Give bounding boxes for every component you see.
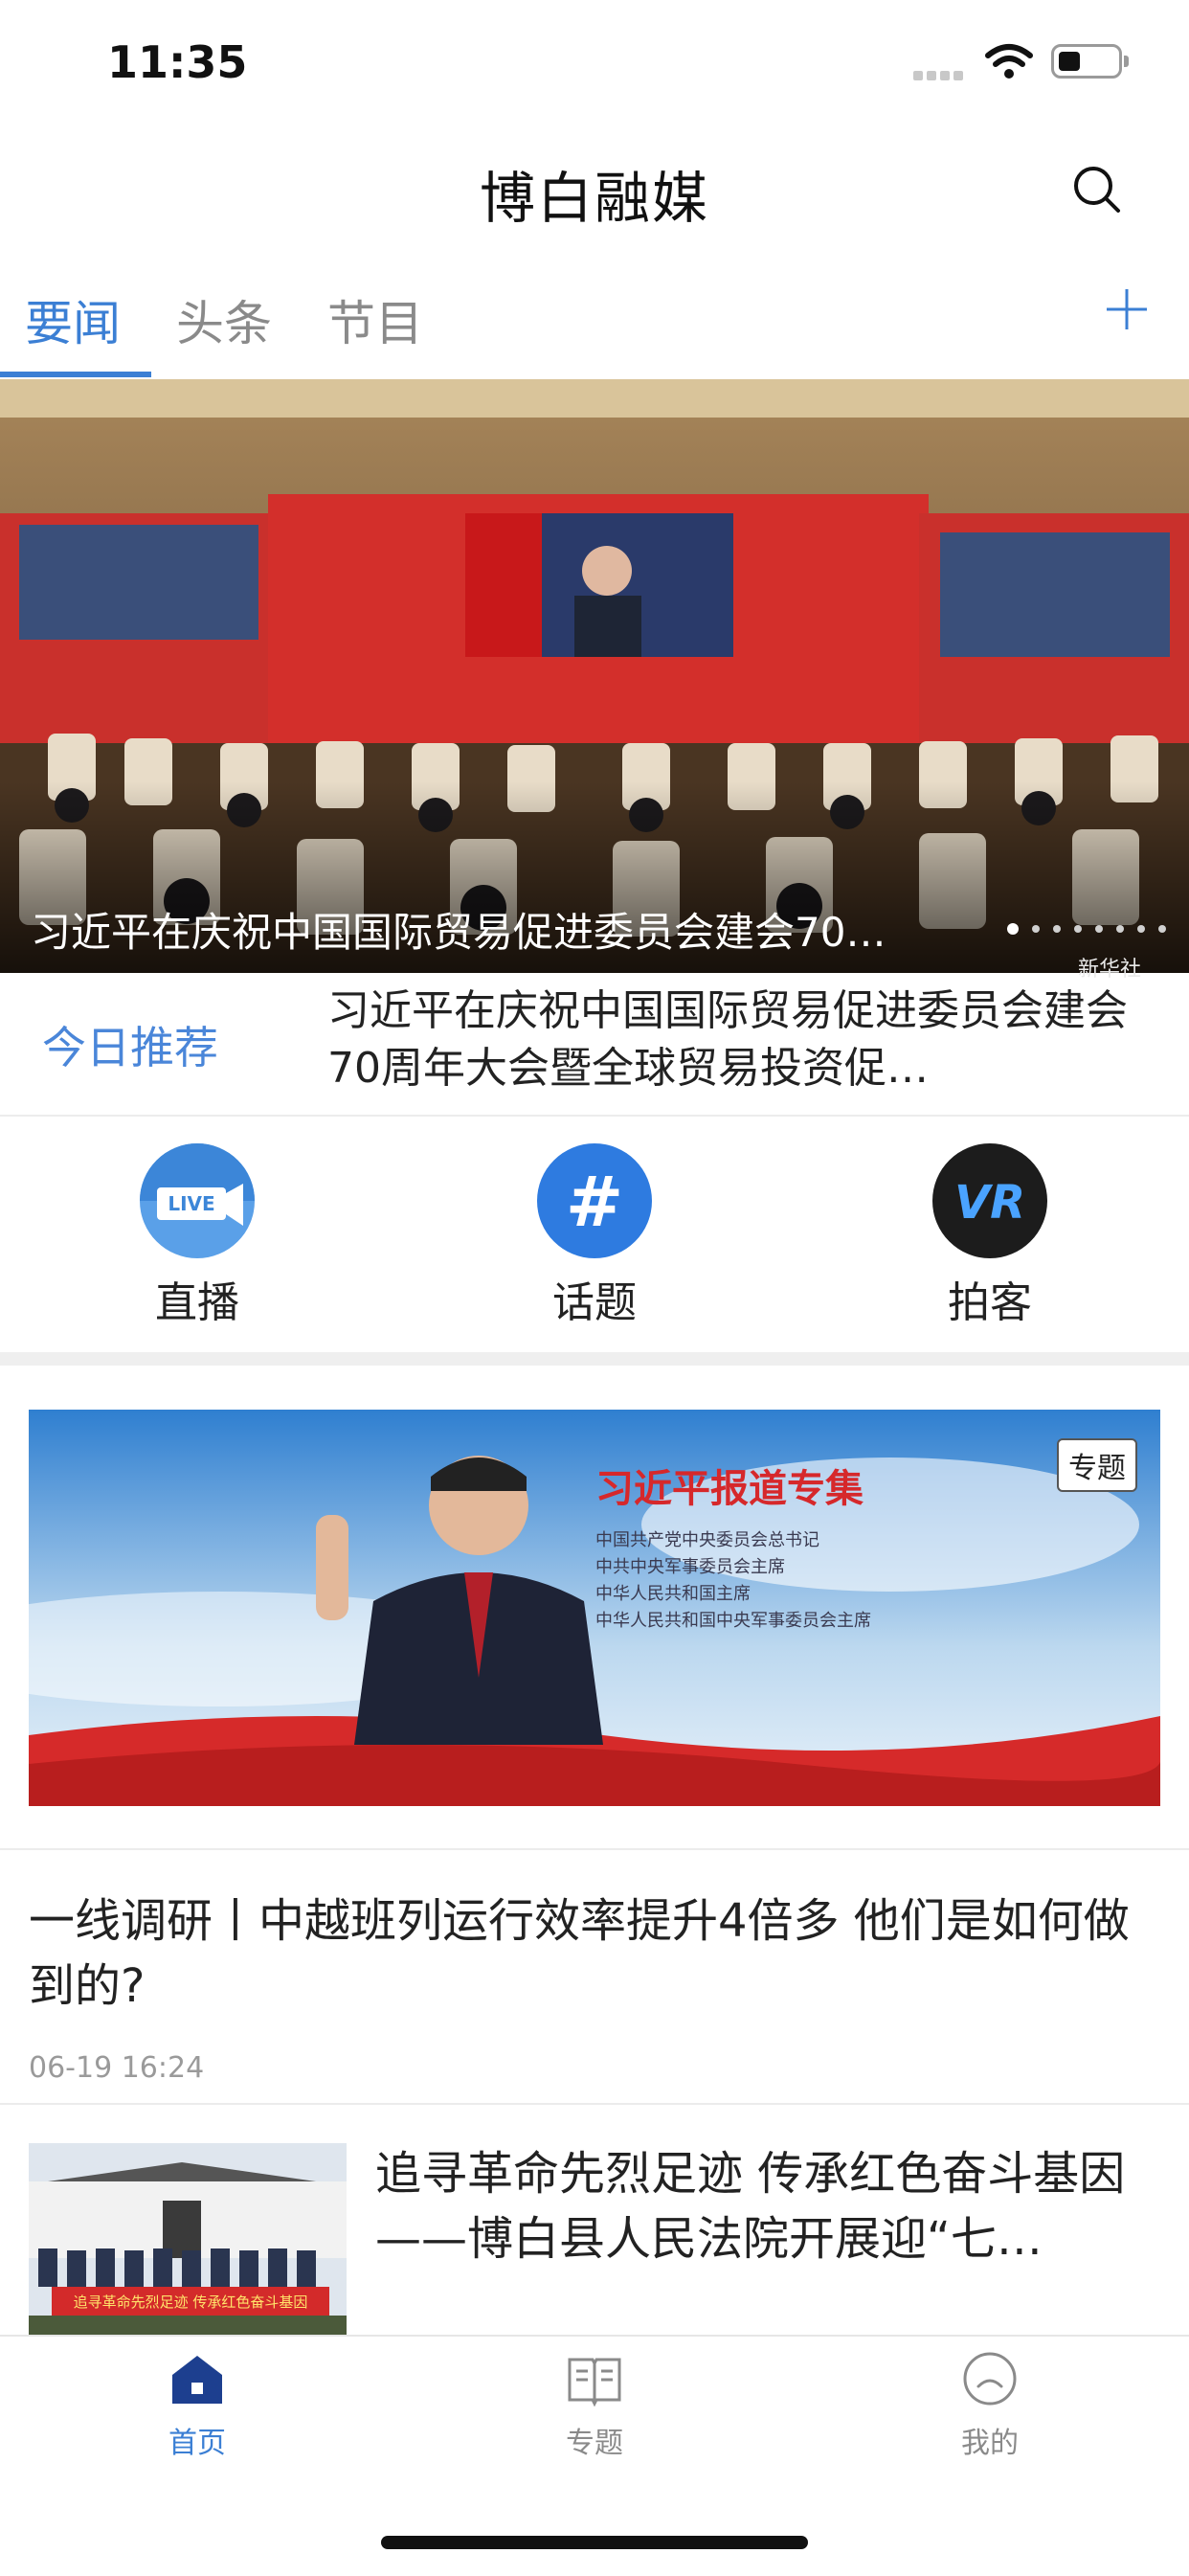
search-icon[interactable] [1070, 163, 1122, 215]
quick-entry-topic[interactable]: # 话题 [499, 1143, 690, 1329]
banner-title: 习近平报道专集 [595, 1467, 864, 1511]
nav-home-label: 首页 [168, 2427, 226, 2460]
today-pick-label: 今日推荐 [42, 1022, 218, 1073]
status-time: 11:35 [107, 36, 248, 88]
article-title[interactable]: 一线调研丨中越班列运行效率提升4倍多 他们是如何做到的? [29, 1888, 1160, 2019]
quick-entry-topic-label: 话题 [552, 1278, 637, 1327]
thumbnail-banner-text: 追寻革命先烈足迹 传承红色奋斗基因 [74, 2294, 308, 2311]
nav-mine-label: 我的 [961, 2427, 1019, 2460]
article-thumbnail[interactable]: 追寻革命先烈足迹 传承红色奋斗基因 [29, 2143, 347, 2335]
article-title[interactable]: 追寻革命先烈足迹 传承红色奋斗基因——博白县人民法院开展迎“七… [375, 2141, 1160, 2271]
battery-icon [1051, 44, 1122, 79]
app-title: 博白融媒 [479, 166, 709, 231]
today-pick-headline[interactable]: 习近平在庆祝中国国际贸易促进委员会建会70周年大会暨全球贸易投资促… [327, 983, 1151, 1097]
special-topic-banner[interactable] [29, 1410, 1160, 1806]
home-icon [172, 2356, 222, 2404]
book-icon [568, 2358, 621, 2407]
divider [0, 2103, 1189, 2105]
vr-icon: VR [932, 1143, 1047, 1258]
hero-caption[interactable]: 习近平在庆祝中国国际贸易促进委员会建会70… [31, 900, 969, 959]
vr-badge-text: VR [954, 1176, 1025, 1230]
add-channel-icon[interactable] [1101, 283, 1153, 335]
nav-special-topics-label: 专题 [566, 2427, 623, 2460]
divider [0, 1848, 1189, 1850]
live-icon: LIVE [140, 1143, 255, 1258]
profile-icon [963, 2352, 1017, 2406]
hashtag-badge-text: # [566, 1162, 623, 1242]
tab-toutiao[interactable]: 头条 [176, 285, 272, 354]
banner-line: 中国共产党中央委员会总书记 [595, 1530, 819, 1550]
banner-line: 中共中央军事委员会主席 [595, 1557, 785, 1577]
quick-entry-paike-label: 拍客 [948, 1278, 1032, 1327]
live-badge-text: LIVE [168, 1192, 214, 1215]
tab-yaowen[interactable]: 要闻 [25, 285, 121, 354]
hero-watermark: 新华社 [1078, 958, 1142, 982]
nav-special-topics[interactable]: 专题 [499, 2348, 690, 2461]
active-tab-indicator [0, 372, 151, 377]
tab-jiemu[interactable]: 节目 [327, 285, 423, 354]
banner-line: 中华人民共和国主席 [595, 1584, 751, 1604]
special-topic-badge: 专题 [1057, 1438, 1137, 1492]
cellular-signal-icon [913, 0, 971, 86]
banner-line: 中华人民共和国中央军事委员会主席 [595, 1611, 871, 1631]
banner-image [29, 1410, 1160, 1806]
nav-home[interactable]: 首页 [101, 2348, 293, 2461]
quick-entry-paike[interactable]: VR 拍客 [894, 1143, 1086, 1329]
section-divider [0, 1352, 1189, 1366]
quick-entry-live[interactable]: LIVE 直播 [101, 1143, 293, 1329]
hashtag-icon: # [537, 1143, 652, 1258]
wifi-icon [985, 44, 1033, 79]
nav-mine[interactable]: 我的 [894, 2348, 1086, 2461]
battery-tip [1124, 56, 1129, 67]
quick-entry-live-label: 直播 [155, 1278, 239, 1327]
hero-image [0, 379, 1189, 973]
hero-carousel[interactable] [0, 379, 1189, 973]
article-timestamp: 06-19 16:24 [29, 2051, 205, 2085]
home-indicator[interactable] [381, 2536, 808, 2549]
divider [0, 1115, 1189, 1117]
